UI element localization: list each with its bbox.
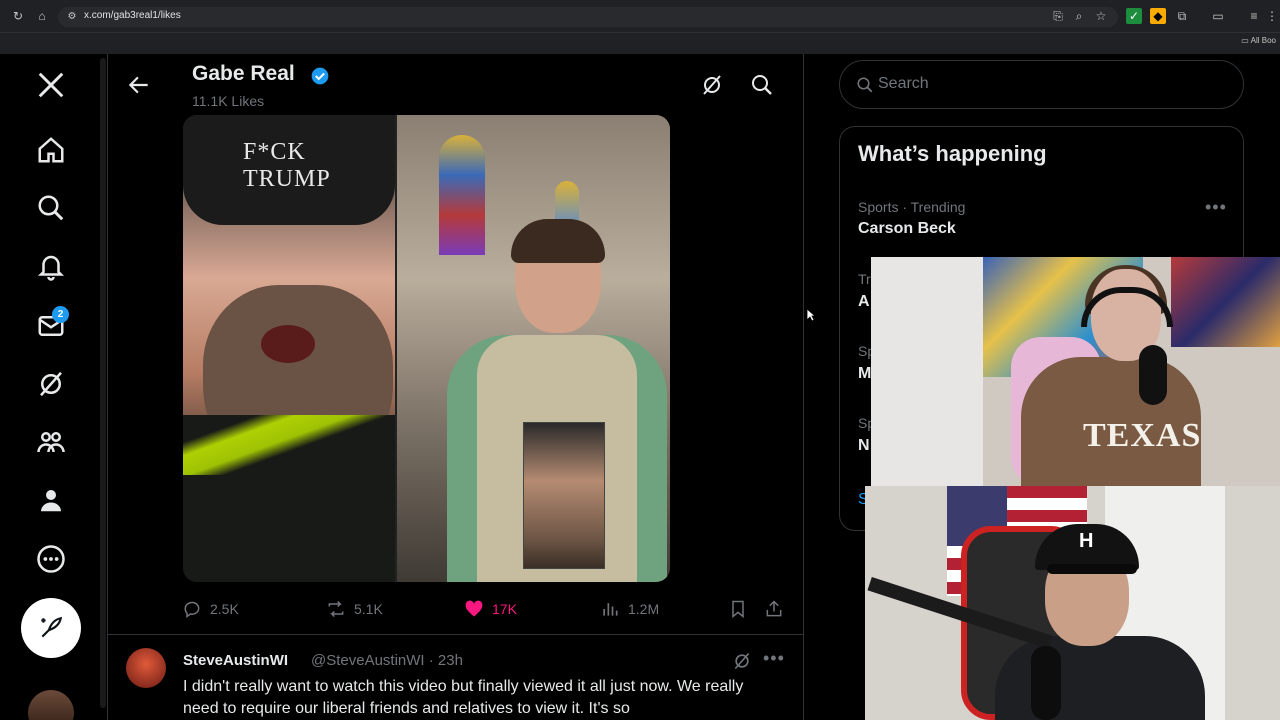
explore-nav-icon[interactable] <box>29 186 73 230</box>
trend-partial-name[interactable]: M <box>858 365 871 383</box>
like-action[interactable]: 17K <box>464 594 517 624</box>
reply-author-name[interactable]: SteveAustinWI <box>183 652 288 669</box>
verified-badge-icon[interactable] <box>310 66 330 86</box>
bookmark-star-icon[interactable]: ☆ <box>1093 8 1109 24</box>
like-count: 17K <box>492 601 517 617</box>
search-placeholder: Search <box>878 75 929 92</box>
repost-icon <box>328 600 344 618</box>
reply-avatar[interactable] <box>126 648 166 688</box>
webcam-overlay-bottom: H <box>865 486 1280 720</box>
profile-name: Gabe Real <box>192 62 295 85</box>
repost-action[interactable]: 5.1K <box>326 594 383 624</box>
reload-icon[interactable]: ↻ <box>10 8 26 24</box>
video-face-mouth <box>261 325 315 363</box>
url-text: x.com/gab3real1/likes <box>84 10 181 21</box>
all-bookmarks-label: All Boo <box>1250 36 1276 45</box>
x-logo-icon[interactable] <box>29 63 73 107</box>
repost-count: 5.1K <box>354 601 383 617</box>
main-right-divider <box>803 54 804 720</box>
main-column: Gabe Real 11.1K Likes F*CK TRUMP 2.5K 5.… <box>108 54 803 720</box>
browser-chrome: ↻ ⌂ ⚙ x.com/gab3real1/likes ⎘ ⌕ ☆ ✓ ◆ ⧉ … <box>0 0 1280 54</box>
video-right-panel <box>397 115 670 582</box>
reply-icon <box>184 601 200 618</box>
trend-partial-name[interactable]: N <box>858 437 870 455</box>
views-count: 1.2M <box>628 601 660 617</box>
views-icon <box>603 603 618 616</box>
zoom-icon[interactable]: ⌕ <box>1071 8 1087 24</box>
home-nav-icon[interactable] <box>29 128 73 172</box>
post-video[interactable]: F*CK TRUMP <box>183 115 670 582</box>
reading-list-icon[interactable]: ≡ <box>1246 8 1262 24</box>
bookmarks-bar: ▭ All Boo <box>0 32 1280 50</box>
mouse-cursor-icon <box>806 308 816 322</box>
video-person-hair <box>511 219 605 263</box>
bookmark-action[interactable] <box>728 594 756 624</box>
cam-poster-2 <box>1171 257 1280 347</box>
reply-action[interactable]: 2.5K <box>182 594 239 624</box>
extension-green-icon[interactable]: ✓ <box>1126 8 1142 24</box>
left-nav: 2 <box>0 54 100 720</box>
notifications-nav-icon[interactable] <box>29 245 73 289</box>
microphone-icon-2 <box>1031 646 1061 720</box>
video-left-panel: F*CK TRUMP <box>183 115 395 582</box>
cam-door <box>871 257 983 487</box>
communities-nav-icon[interactable] <box>29 420 73 464</box>
install-icon[interactable]: ⎘ <box>1050 8 1066 24</box>
share-icon <box>766 600 782 617</box>
trends-title: What’s happening <box>858 141 1047 166</box>
webcam-overlay-top: TEXAS <box>871 257 1280 487</box>
browser-toolbar: ↻ ⌂ ⚙ x.com/gab3real1/likes ⎘ ⌕ ☆ ✓ ◆ ⧉ … <box>0 4 1280 28</box>
trend-meta: Sports · Trending <box>858 199 966 215</box>
likes-count: 11.1K Likes <box>192 93 265 109</box>
extensions-icon[interactable]: ⧉ <box>1174 8 1190 24</box>
video-inset-face <box>523 422 605 569</box>
views-action[interactable]: 1.2M <box>600 594 659 624</box>
back-arrow-icon[interactable] <box>126 72 152 98</box>
profile-nav-icon[interactable] <box>29 478 73 522</box>
home-icon[interactable]: ⌂ <box>34 8 50 24</box>
messages-badge: 2 <box>52 306 69 323</box>
stained-glass-window <box>439 135 485 255</box>
compose-post-button[interactable] <box>21 598 81 658</box>
microphone-icon <box>1139 345 1167 405</box>
account-avatar[interactable] <box>28 690 74 720</box>
left-scrollbar[interactable] <box>100 58 106 708</box>
shirt-text: TEXAS <box>1083 417 1202 454</box>
post-divider <box>108 634 803 635</box>
reply-more-icon[interactable]: ••• <box>763 648 785 669</box>
reply-grok-icon[interactable] <box>732 651 752 671</box>
cam-person-2-body <box>995 636 1205 720</box>
reply-text: I didn't really want to watch this video… <box>183 678 744 717</box>
search-field-icon <box>857 77 873 93</box>
cap-logo: H <box>1079 530 1094 552</box>
more-nav-icon[interactable] <box>29 537 73 581</box>
share-action[interactable] <box>764 594 792 624</box>
extension-yellow-icon[interactable]: ◆ <box>1150 8 1166 24</box>
trend-more-icon[interactable]: ••• <box>1205 197 1227 218</box>
all-bookmarks-link[interactable]: ▭ All Boo <box>1241 36 1276 45</box>
menu-icon[interactable]: ⋮ <box>1264 8 1280 24</box>
address-bar[interactable]: ⚙ x.com/gab3real1/likes <box>58 7 1118 27</box>
reply-post[interactable]: SteveAustinWI @SteveAustinWI · 23h ••• I… <box>108 644 803 720</box>
grok-nav-icon[interactable] <box>29 362 73 406</box>
tab-search-icon[interactable]: ▭ <box>1210 8 1226 24</box>
site-settings-icon[interactable]: ⚙ <box>64 9 80 25</box>
trend-name[interactable]: Carson Beck <box>858 220 956 238</box>
heart-icon <box>465 600 483 617</box>
grok-icon[interactable] <box>700 73 724 97</box>
trend-partial-name[interactable]: A <box>858 293 870 311</box>
reply-count: 2.5K <box>210 601 239 617</box>
video-jacket-stripe <box>183 415 395 475</box>
search-icon[interactable] <box>750 73 774 97</box>
trend-partial-meta: Tr <box>858 271 871 287</box>
reply-author-handle[interactable]: @SteveAustinWI · 23h <box>311 652 463 669</box>
search-input[interactable]: Search <box>839 60 1244 109</box>
beanie-text: F*CK TRUMP <box>243 139 331 192</box>
baseball-cap-brim <box>1047 564 1137 574</box>
compose-feather-icon <box>41 616 63 638</box>
bookmark-icon <box>732 600 744 619</box>
post-actions: 2.5K 5.1K 17K 1.2M <box>182 594 792 624</box>
